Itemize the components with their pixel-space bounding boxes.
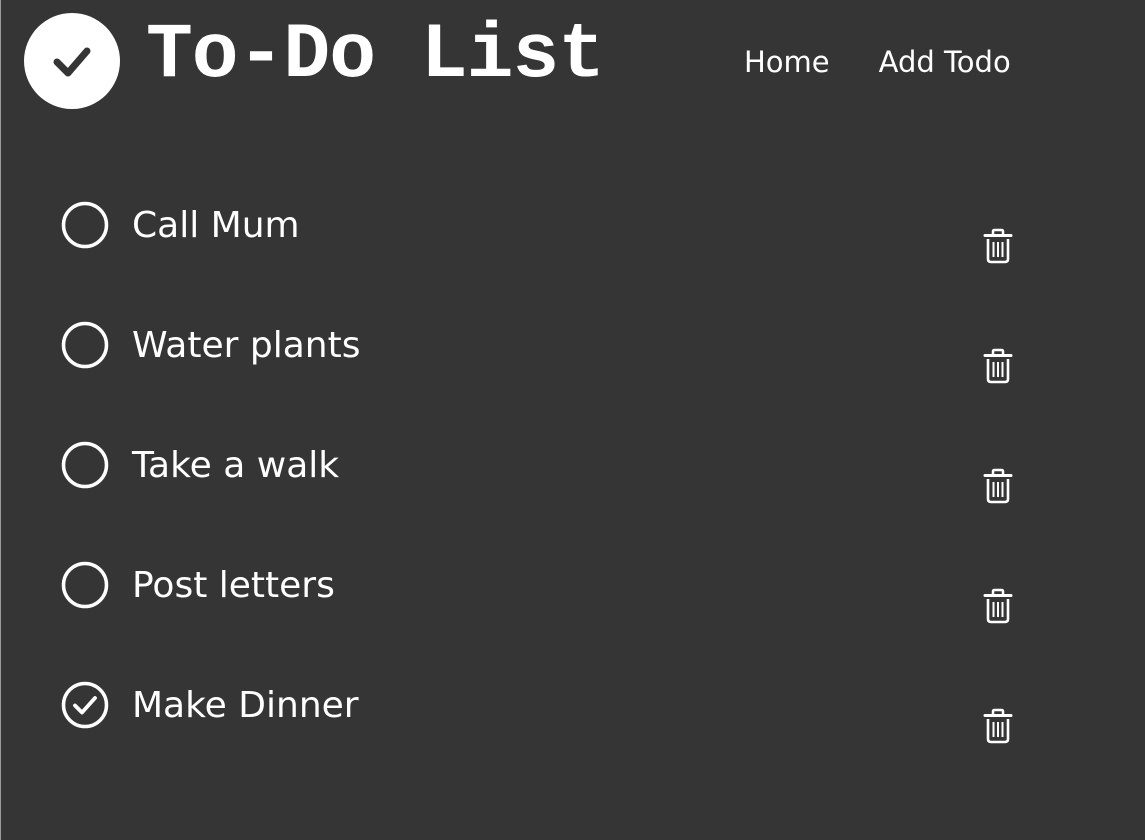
todo-toggle[interactable] <box>61 561 109 609</box>
trash-icon <box>983 588 1013 624</box>
todo-item: Water plants <box>1 300 1145 420</box>
todo-toggle[interactable] <box>61 441 109 489</box>
empty-circle-icon <box>61 201 109 249</box>
todo-label: Call Mum <box>132 205 300 246</box>
delete-todo-button[interactable] <box>982 348 1014 384</box>
empty-circle-icon <box>61 441 109 489</box>
todo-toggle[interactable] <box>61 681 109 729</box>
todo-toggle[interactable] <box>61 321 109 369</box>
todo-label: Make Dinner <box>132 685 359 726</box>
todo-item: Call Mum <box>1 180 1145 300</box>
nav-home-link[interactable]: Home <box>744 42 830 82</box>
todo-item: Take a walk <box>1 420 1145 540</box>
empty-circle-icon <box>61 321 109 369</box>
trash-icon <box>983 348 1013 384</box>
app-logo <box>24 13 120 109</box>
delete-todo-button[interactable] <box>982 708 1014 744</box>
todo-label: Water plants <box>132 325 361 366</box>
check-circle-icon <box>61 681 109 729</box>
nav-add-todo-link[interactable]: Add Todo <box>879 42 1011 82</box>
todo-label: Take a walk <box>132 445 340 486</box>
delete-todo-button[interactable] <box>982 228 1014 264</box>
delete-todo-button[interactable] <box>982 588 1014 624</box>
trash-icon <box>983 468 1013 504</box>
todo-toggle[interactable] <box>61 201 109 249</box>
trash-icon <box>983 228 1013 264</box>
todo-item: Make Dinner <box>1 660 1145 780</box>
page-title: To-Do List <box>146 12 605 100</box>
main-nav: Home Add Todo <box>744 42 1011 82</box>
delete-todo-button[interactable] <box>982 468 1014 504</box>
empty-circle-icon <box>61 561 109 609</box>
trash-icon <box>983 708 1013 744</box>
todo-list: Call Mum Water plants Take a walk Post l… <box>1 180 1145 780</box>
app-header: To-Do List Home Add Todo <box>1 0 1145 125</box>
todo-item: Post letters <box>1 540 1145 660</box>
checkmark-icon <box>53 47 91 77</box>
todo-label: Post letters <box>132 565 335 606</box>
